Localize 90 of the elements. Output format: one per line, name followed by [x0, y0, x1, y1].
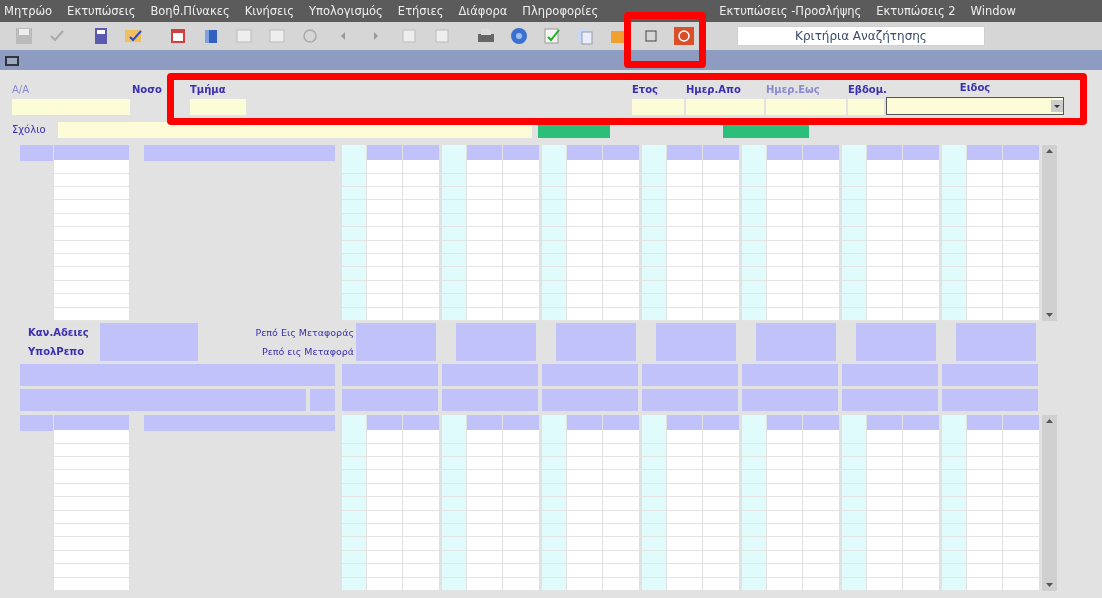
field-label: Ημερ.Απο — [686, 84, 742, 97]
menu-item[interactable]: Window — [970, 4, 1016, 18]
column-header — [503, 145, 540, 161]
field-label: Νοσο — [132, 84, 163, 97]
total-field[interactable] — [756, 323, 836, 361]
summary-field[interactable] — [842, 364, 938, 386]
field-label: Σχόλιο — [12, 123, 47, 137]
menu-item[interactable]: Εκτυπώσεις — [67, 4, 136, 18]
summary-field[interactable] — [942, 389, 1038, 411]
input-field[interactable] — [766, 99, 846, 115]
field-label: Εβδομ. — [848, 84, 884, 97]
summary-field[interactable] — [442, 389, 538, 411]
menu-item[interactable]: Διάφορα — [458, 4, 508, 18]
menu-item[interactable]: Εκτυπώσεις 2 — [876, 4, 956, 18]
search-field[interactable]: Κριτήρια Αναζήτησης — [737, 26, 985, 46]
document-icon[interactable] — [92, 27, 110, 45]
summary-field[interactable] — [342, 364, 438, 386]
summary-field[interactable] — [542, 389, 638, 411]
column-header — [903, 415, 940, 431]
column-header — [403, 415, 440, 431]
scrollbar[interactable] — [1042, 415, 1057, 591]
column-header — [403, 145, 440, 161]
total-field[interactable] — [456, 323, 536, 361]
input-field[interactable] — [632, 99, 684, 115]
field-label: Ημερ.Εως — [766, 84, 821, 97]
menu-item[interactable]: Εκτυπώσεις -Προσλήψης — [719, 4, 862, 18]
printer-icon[interactable] — [476, 27, 496, 45]
summary-field[interactable] — [310, 389, 335, 411]
copy-icon[interactable] — [576, 27, 594, 45]
calendar-icon[interactable] — [169, 27, 187, 45]
column-header — [1003, 415, 1040, 431]
column-header — [903, 145, 940, 161]
column-header — [803, 415, 840, 431]
power-icon[interactable] — [673, 26, 695, 46]
field-label: Ετος — [632, 84, 659, 97]
summary-field[interactable] — [20, 389, 306, 411]
column-header — [603, 415, 640, 431]
input-field[interactable] — [190, 99, 246, 115]
column-header — [1003, 145, 1040, 161]
menu-item[interactable]: Υπολογισμός — [308, 4, 383, 18]
menu-item[interactable]: Πληροφορίες — [522, 4, 599, 18]
column-header — [803, 145, 840, 161]
edit-icon[interactable] — [543, 27, 561, 45]
column-header — [603, 145, 640, 161]
summary-field[interactable] — [842, 389, 938, 411]
total-label: Καν.Αδειες — [28, 327, 90, 338]
summary-field[interactable] — [942, 364, 1038, 386]
menu-item[interactable]: Μητρώο — [4, 4, 53, 18]
carry-over-label: Ρεπό Εις Μεταφοράς — [254, 327, 354, 338]
summary-field[interactable] — [442, 364, 538, 386]
total-field[interactable] — [100, 323, 198, 342]
scrollbar[interactable] — [1042, 145, 1057, 321]
square-icon[interactable] — [400, 27, 418, 45]
field-label: Τμήμα — [190, 84, 227, 97]
column-header — [503, 415, 540, 431]
total-field[interactable] — [956, 323, 1036, 361]
grid-icon[interactable] — [645, 27, 657, 45]
summary-field[interactable] — [742, 364, 838, 386]
column-header — [703, 415, 740, 431]
total-field[interactable] — [356, 323, 436, 361]
checklist-icon[interactable] — [124, 27, 144, 45]
save-icon[interactable] — [15, 27, 33, 45]
total-field[interactable] — [856, 323, 936, 361]
window-icon — [4, 53, 20, 67]
panel-icon[interactable] — [268, 27, 286, 45]
menu-item[interactable]: Ετήσιες — [397, 4, 444, 18]
total-field[interactable] — [656, 323, 736, 361]
search-icon[interactable] — [301, 27, 319, 45]
field-label: Ειδος — [959, 82, 991, 95]
field-label: Α/Α — [12, 84, 31, 97]
summary-field[interactable] — [642, 364, 738, 386]
column-header — [703, 145, 740, 161]
summary-field[interactable] — [742, 389, 838, 411]
summary-field[interactable] — [642, 389, 738, 411]
input-field[interactable] — [686, 99, 764, 115]
menu-item[interactable]: Βοηθ.Πίνακες — [150, 4, 230, 18]
dropdown-field[interactable] — [886, 97, 1064, 115]
input-field[interactable] — [12, 99, 130, 115]
carry-over-label: Ρεπό εις Μεταφορά — [260, 346, 354, 357]
help-icon[interactable] — [510, 27, 528, 45]
square-icon[interactable] — [433, 27, 451, 45]
summary-field[interactable] — [20, 364, 335, 386]
summary-field[interactable] — [342, 389, 438, 411]
total-field[interactable] — [556, 323, 636, 361]
summary-field[interactable] — [542, 364, 638, 386]
total-label: ΥπολΡεπο — [28, 346, 86, 357]
menu-item[interactable]: Κινήσεις — [244, 4, 294, 18]
total-field[interactable] — [100, 342, 198, 361]
input-field[interactable] — [848, 99, 884, 115]
panel-icon[interactable] — [235, 27, 253, 45]
